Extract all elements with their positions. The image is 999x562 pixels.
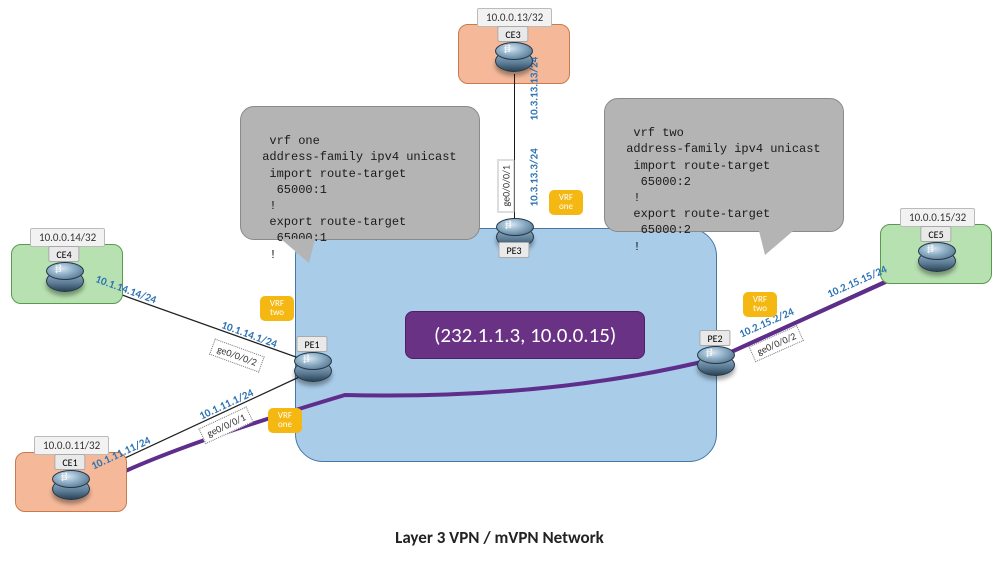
vrf-tag-pe1-one: VRF one — [268, 408, 302, 433]
ce3-loopback: 10.0.0.13/32 — [477, 8, 552, 27]
vrf-two-config: vrf two address-family ipv4 unicast impo… — [604, 98, 844, 232]
router-label-pe3: PE3 — [498, 242, 529, 258]
vrf-tag-pe2-two: VRF two — [743, 292, 777, 317]
ce4-loopback: 10.0.0.14/32 — [30, 228, 105, 247]
vrf-tag-line2: one — [559, 201, 573, 212]
vrf-tag-pe1-one-l2: one — [278, 419, 292, 430]
router-ce5: CE5 ⇄⇄ — [918, 242, 954, 278]
router-label-pe2: PE2 — [699, 330, 730, 346]
vrf-one-config: vrf one address-family ipv4 unicast impo… — [240, 106, 480, 240]
router-label-ce1: CE1 — [54, 454, 85, 470]
link-ce3-ip-pe: 10.3.13.3/24 — [528, 148, 541, 206]
sg-label: (232.1.1.3, 10.0.0.15) — [405, 311, 645, 359]
ce5-loopback: 10.0.0.15/32 — [900, 208, 975, 227]
router-label-ce5: CE5 — [920, 226, 951, 242]
router-pe2: PE2 ⇄⇄ — [697, 346, 733, 382]
diagram-title: Layer 3 VPN / mVPN Network — [0, 527, 999, 548]
router-pe3: PE3 ⇄⇄ — [496, 218, 532, 254]
router-label-ce4: CE4 — [48, 246, 79, 262]
router-ce3: CE3 ⇄⇄ — [495, 42, 531, 78]
vrf-tag-pe1-two: VRF two — [260, 296, 294, 321]
intf-pe3-ge1: ge0/0/0/1 — [498, 159, 515, 212]
vrf-tag-pe2-two-l2: two — [753, 303, 767, 314]
vrf-tag-pe3: VRF one — [549, 190, 583, 215]
router-label-ce3: CE3 — [497, 26, 528, 42]
router-pe1: PE1 ⇄⇄ — [294, 352, 330, 388]
router-label-pe1: PE1 — [296, 336, 327, 352]
router-ce1: CE1 ⇄⇄ — [52, 470, 88, 506]
router-ce4: CE4 ⇄⇄ — [46, 262, 82, 298]
ce1-loopback: 10.0.0.11/32 — [34, 436, 109, 455]
vrf-tag-pe1-two-l2: two — [270, 307, 284, 318]
link-ce5-ip-ce: 10.2.15.15/24 — [825, 263, 888, 301]
